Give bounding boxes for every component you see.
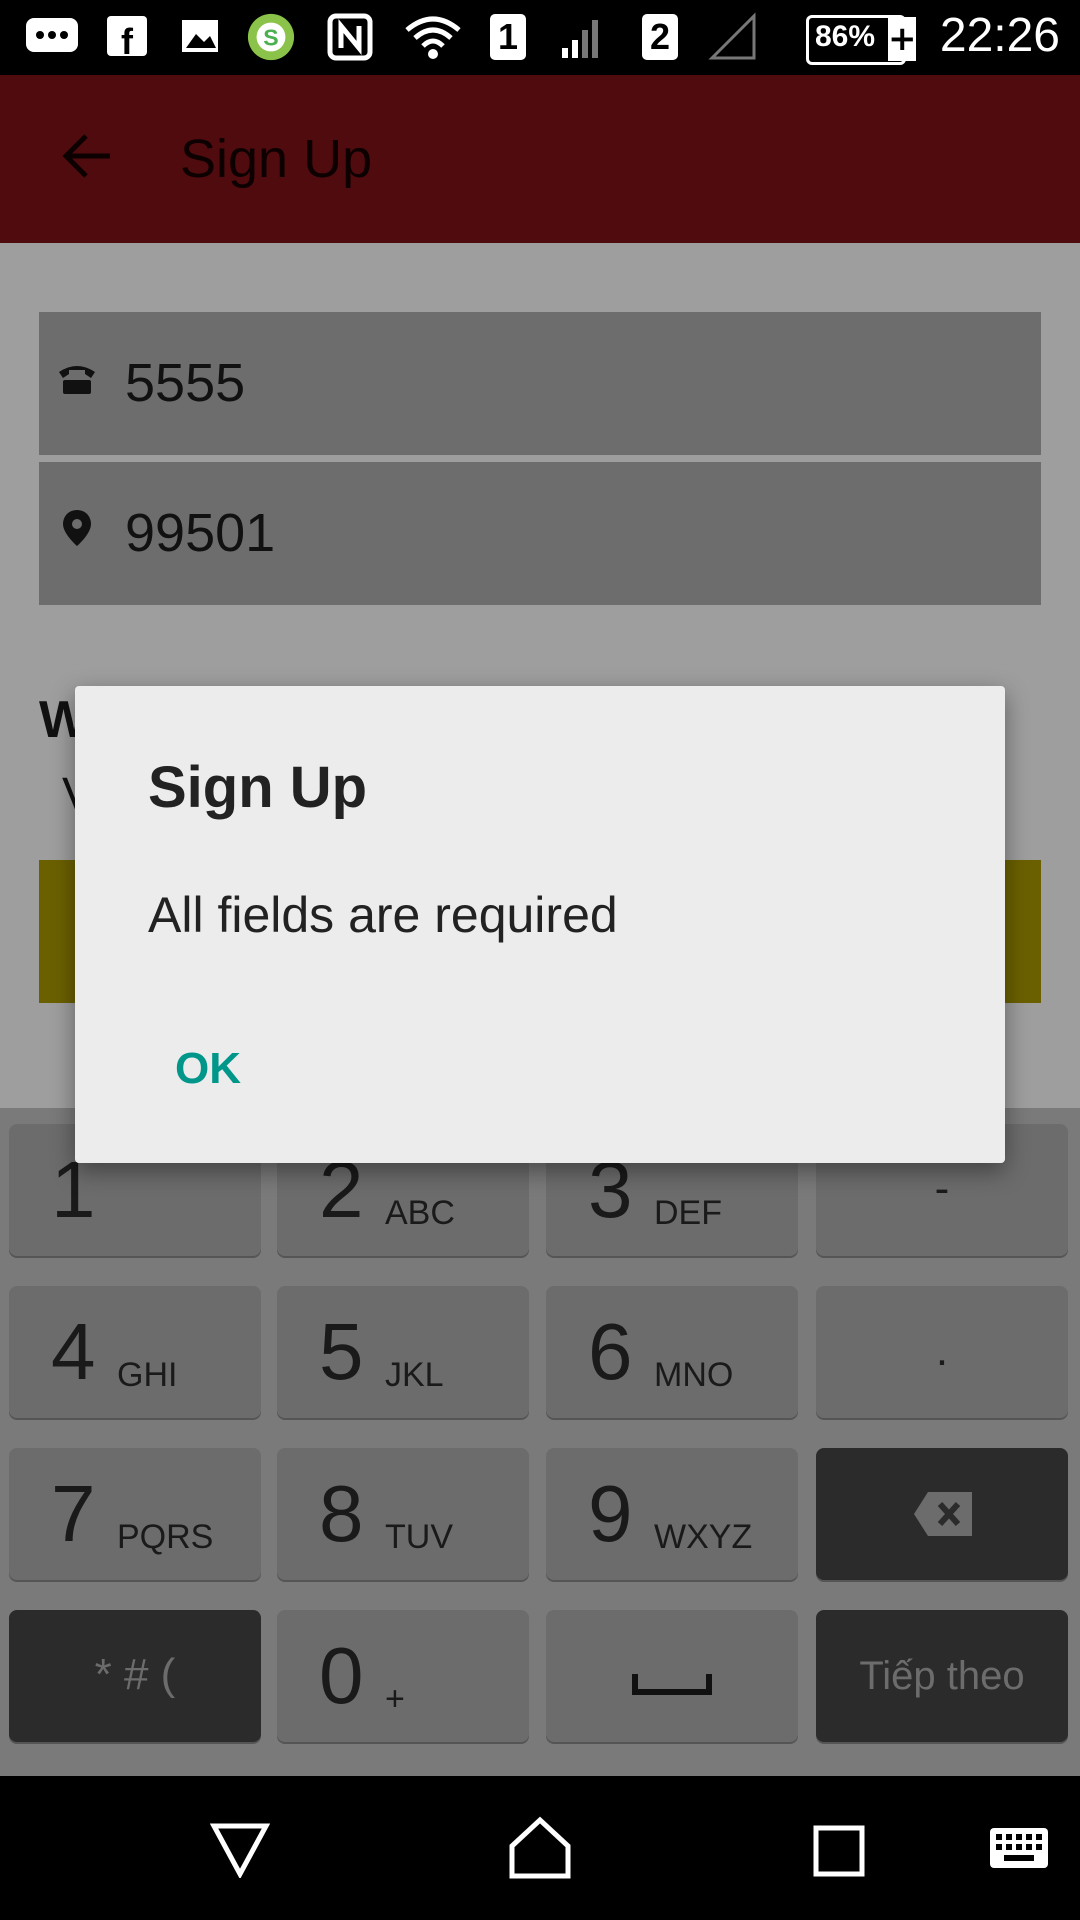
- key-letters: MNO: [654, 1356, 734, 1394]
- app-bar: [0, 75, 1080, 243]
- dialog-title: Sign Up: [148, 755, 368, 820]
- charging-icon: +: [888, 17, 917, 61]
- key-letters: WXYZ: [654, 1518, 753, 1556]
- back-arrow-icon[interactable]: [58, 128, 114, 184]
- facebook-icon: f: [107, 16, 147, 62]
- key-number: 7: [51, 1469, 96, 1558]
- svg-text:S: S: [263, 25, 278, 51]
- key-label: * # (: [94, 1650, 176, 1699]
- space-icon: [632, 1674, 712, 1695]
- key-4[interactable]: 4 GHI: [9, 1286, 261, 1418]
- zip-field[interactable]: 99501: [39, 462, 1041, 605]
- gallery-icon: [182, 20, 218, 52]
- key-number: 4: [51, 1307, 96, 1396]
- key-number: 5: [319, 1307, 364, 1396]
- shop-app-icon: S: [247, 13, 295, 61]
- backspace-key[interactable]: [816, 1448, 1068, 1580]
- symbols-key[interactable]: * # (: [9, 1610, 261, 1742]
- location-pin-icon: [63, 510, 91, 546]
- zip-value: 99501: [125, 503, 276, 563]
- page-title: Sign Up: [180, 129, 373, 189]
- key-6[interactable]: 6 MNO: [546, 1286, 798, 1418]
- phone-value: 5555: [125, 353, 246, 413]
- ok-button[interactable]: OK: [175, 1044, 241, 1094]
- key-letters: PQRS: [117, 1518, 214, 1556]
- numeric-keyboard: 1 2 ABC 3 DEF - 4 GHI 5 JKL 6 MNO . 7 PQ…: [0, 1108, 1080, 1776]
- phone-field[interactable]: 5555: [39, 312, 1041, 455]
- key-7[interactable]: 7 PQRS: [9, 1448, 261, 1580]
- signal-empty-icon: [708, 12, 756, 60]
- key-number: 8: [319, 1469, 364, 1558]
- battery-level: 86%: [815, 20, 876, 53]
- key-number: 9: [588, 1469, 633, 1558]
- status-bar: f S 1 2 86% + 22:26: [0, 0, 1080, 75]
- space-key[interactable]: [546, 1610, 798, 1742]
- keyboard-switch-icon[interactable]: [988, 1826, 1050, 1870]
- key-9[interactable]: 9 WXYZ: [546, 1448, 798, 1580]
- key-0[interactable]: 0 +: [277, 1610, 529, 1742]
- recents-nav-icon[interactable]: [812, 1824, 866, 1878]
- key-letters: TUV: [385, 1518, 453, 1556]
- key-letters: GHI: [117, 1356, 178, 1394]
- nfc-icon: [327, 13, 373, 61]
- signal-icon: [562, 20, 598, 58]
- key-5[interactable]: 5 JKL: [277, 1286, 529, 1418]
- back-nav-icon[interactable]: [210, 1822, 270, 1878]
- home-nav-icon[interactable]: [508, 1816, 572, 1880]
- key-symbol: -: [934, 1164, 950, 1213]
- status-time: 22:26: [939, 9, 1060, 62]
- svg-text:f: f: [121, 21, 134, 62]
- dialog-message: All fields are required: [148, 887, 618, 943]
- alert-dialog: Sign Up All fields are required OK: [75, 686, 1005, 1163]
- navigation-bar: [0, 1776, 1080, 1920]
- key-symbol: .: [935, 1326, 949, 1375]
- next-key[interactable]: Tiếp theo: [816, 1610, 1068, 1742]
- key-number: 0: [319, 1631, 364, 1720]
- wifi-icon: [405, 16, 461, 59]
- key-number: 6: [588, 1307, 633, 1396]
- key-period[interactable]: .: [816, 1286, 1068, 1418]
- key-label: Tiếp theo: [859, 1654, 1025, 1698]
- key-letters: JKL: [385, 1356, 444, 1394]
- key-letters: ABC: [385, 1194, 455, 1232]
- key-letters: +: [385, 1680, 405, 1718]
- key-8[interactable]: 8 TUV: [277, 1448, 529, 1580]
- sim2-badge: 2: [642, 14, 678, 60]
- key-letters: DEF: [654, 1194, 722, 1232]
- phone-icon: [59, 366, 95, 394]
- message-icon: [26, 18, 78, 52]
- sim1-badge: 1: [490, 14, 526, 60]
- backspace-icon: [914, 1492, 972, 1536]
